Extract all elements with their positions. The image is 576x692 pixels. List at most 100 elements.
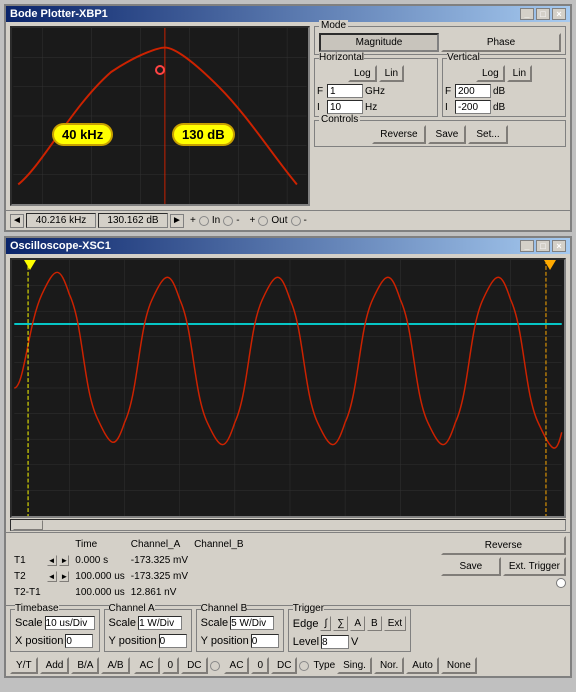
bode-h-f-input[interactable] <box>327 84 363 98</box>
osc-timebase-scale-input[interactable] <box>45 616 95 630</box>
osc-trigger-level-unit: V <box>351 636 358 648</box>
bode-ctrl-label: Controls <box>319 114 360 125</box>
bode-vertical-group: Vertical Log Lin F dB I dB <box>442 58 566 117</box>
osc-cha-zero-button[interactable]: 0 <box>162 657 180 674</box>
bode-v-log-button[interactable]: Log <box>476 65 505 82</box>
osc-cha-header: Channel_A <box>129 538 190 552</box>
osc-ab-button[interactable]: A/B <box>101 657 129 674</box>
bode-out-controls: + Out - <box>250 215 307 226</box>
osc-trigger-level-label: Level <box>293 636 319 648</box>
bode-save-button[interactable]: Save <box>428 125 467 144</box>
osc-cha-dc-button[interactable]: DC <box>181 657 207 674</box>
osc-t1-right-button[interactable]: ► <box>59 555 69 566</box>
bode-maximize-button[interactable]: □ <box>536 8 550 20</box>
osc-reverse-button[interactable]: Reverse <box>441 536 566 555</box>
bode-radio-out-c2[interactable] <box>291 216 301 226</box>
osc-ba-button[interactable]: B/A <box>71 657 99 674</box>
bode-h-i-label: I <box>317 102 325 113</box>
osc-auto-button[interactable]: Auto <box>406 657 439 674</box>
osc-minimize-button[interactable]: _ <box>520 240 534 252</box>
osc-chb-label: Channel B <box>201 603 248 614</box>
bode-close-button[interactable]: × <box>552 8 566 20</box>
bode-radio-in-c1[interactable] <box>199 216 209 226</box>
osc-chb-scale-input[interactable] <box>230 616 274 630</box>
bode-v-i-label: I <box>445 102 453 113</box>
osc-nor-button[interactable]: Nor. <box>374 657 404 674</box>
osc-ext-trigger-button[interactable]: Ext. Trigger <box>503 557 566 576</box>
bode-v-f-input[interactable] <box>455 84 491 98</box>
bode-set-button[interactable]: Set... <box>468 125 507 144</box>
osc-title-bar: Oscilloscope-XSC1 _ □ × <box>6 238 570 254</box>
osc-chb-coupling-radio[interactable] <box>299 661 309 671</box>
osc-trigger-ext[interactable]: Ext <box>384 616 406 631</box>
osc-trigger-ch-a[interactable]: A <box>350 616 365 631</box>
bode-h-log-button[interactable]: Log <box>348 65 377 82</box>
osc-cha-coupling-radio[interactable] <box>210 661 220 671</box>
osc-chb-zero-button[interactable]: 0 <box>251 657 269 674</box>
bode-v-f-label: F <box>445 86 453 97</box>
osc-ext-radio-input[interactable] <box>556 578 566 588</box>
osc-trigger-edge-rising[interactable]: ∫ <box>320 616 331 631</box>
osc-t1-time: 0.000 s <box>73 554 127 568</box>
bode-plot-area: 40 kHz 130 dB <box>10 26 310 206</box>
bode-mode-buttons: Magnitude Phase <box>319 33 561 52</box>
bode-radio-in-c2[interactable] <box>223 216 233 226</box>
osc-window: Oscilloscope-XSC1 _ □ × <box>4 236 572 678</box>
osc-chb-ac-button[interactable]: AC <box>224 657 250 674</box>
bode-reverse-button[interactable]: Reverse <box>372 125 425 144</box>
osc-cha-group: Channel A Scale Y position <box>104 609 192 652</box>
osc-yt-group: Y/T Add B/A A/B <box>10 657 130 674</box>
osc-sing-button[interactable]: Sing. <box>337 657 372 674</box>
osc-t2t1-time: 100.000 us <box>73 586 127 600</box>
bode-h-i-unit: Hz <box>365 102 377 113</box>
osc-yt-button[interactable]: Y/T <box>10 657 38 674</box>
osc-bottom-controls: Timebase Scale X position Channel A Scal… <box>6 605 570 655</box>
osc-horizontal-scrollbar[interactable] <box>10 519 566 531</box>
osc-chb-ypos-input[interactable] <box>251 634 279 648</box>
osc-t1-left-button[interactable]: ◄ <box>47 555 57 566</box>
bode-freq-label: 40 kHz <box>52 123 113 146</box>
osc-timebase-label: Timebase <box>15 603 59 614</box>
osc-maximize-button[interactable]: □ <box>536 240 550 252</box>
osc-none-button[interactable]: None <box>441 657 477 674</box>
osc-t2-right-button[interactable]: ► <box>59 571 69 582</box>
bode-nav-right[interactable]: ► <box>170 214 184 228</box>
bode-v-i-input[interactable] <box>455 100 491 114</box>
bode-h-lin-button[interactable]: Lin <box>379 65 404 82</box>
bode-h-i-input[interactable] <box>327 100 363 114</box>
bode-v-lin-button[interactable]: Lin <box>507 65 532 82</box>
bode-phase-button[interactable]: Phase <box>441 33 561 52</box>
bode-h-f-label: F <box>317 86 325 97</box>
bode-radio-out-c1[interactable] <box>258 216 268 226</box>
bode-status-db: 130.162 dB <box>98 213 168 228</box>
osc-plot-area <box>10 258 566 518</box>
osc-t2-row: T2 ◄ ► 100.000 us -173.325 mV <box>12 570 246 584</box>
osc-trigger-level-input[interactable] <box>321 635 349 649</box>
osc-cha-coupling-group: AC 0 DC <box>134 657 220 674</box>
osc-close-button[interactable]: × <box>552 240 566 252</box>
bode-status-bar: ◄ 40.216 kHz 130.162 dB ► + In - + Out - <box>6 210 570 230</box>
osc-cha-ac-button[interactable]: AC <box>134 657 160 674</box>
bode-magnitude-button[interactable]: Magnitude <box>319 33 439 52</box>
osc-save-button[interactable]: Save <box>441 557 501 576</box>
bode-plus-out: + <box>250 215 256 226</box>
osc-title-buttons: _ □ × <box>520 240 566 252</box>
osc-trigger-ch-b[interactable]: B <box>367 616 382 631</box>
bode-cursor-dot <box>155 65 165 75</box>
bode-minimize-button[interactable]: _ <box>520 8 534 20</box>
osc-cha-ypos-input[interactable] <box>159 634 187 648</box>
osc-add-button[interactable]: Add <box>40 657 70 674</box>
osc-t2-time: 100.000 us <box>73 570 127 584</box>
osc-bottom-row2: Y/T Add B/A A/B AC 0 DC AC 0 DC Type <box>6 655 570 676</box>
osc-chb-dc-button[interactable]: DC <box>271 657 297 674</box>
osc-t2-cursor-marker <box>544 260 556 270</box>
osc-cha-scale-input[interactable] <box>138 616 182 630</box>
bode-nav-left[interactable]: ◄ <box>10 214 24 228</box>
osc-timebase-xpos-row: X position <box>15 634 95 648</box>
osc-meas-header-row: Time Channel_A Channel_B <box>12 538 246 552</box>
osc-trigger-edge-falling[interactable]: ∑ <box>333 616 348 631</box>
osc-scroll-thumb[interactable] <box>13 520 43 530</box>
osc-timebase-xpos-input[interactable] <box>65 634 93 648</box>
osc-t2-left-button[interactable]: ◄ <box>47 571 57 582</box>
osc-waveform-svg <box>12 260 564 516</box>
